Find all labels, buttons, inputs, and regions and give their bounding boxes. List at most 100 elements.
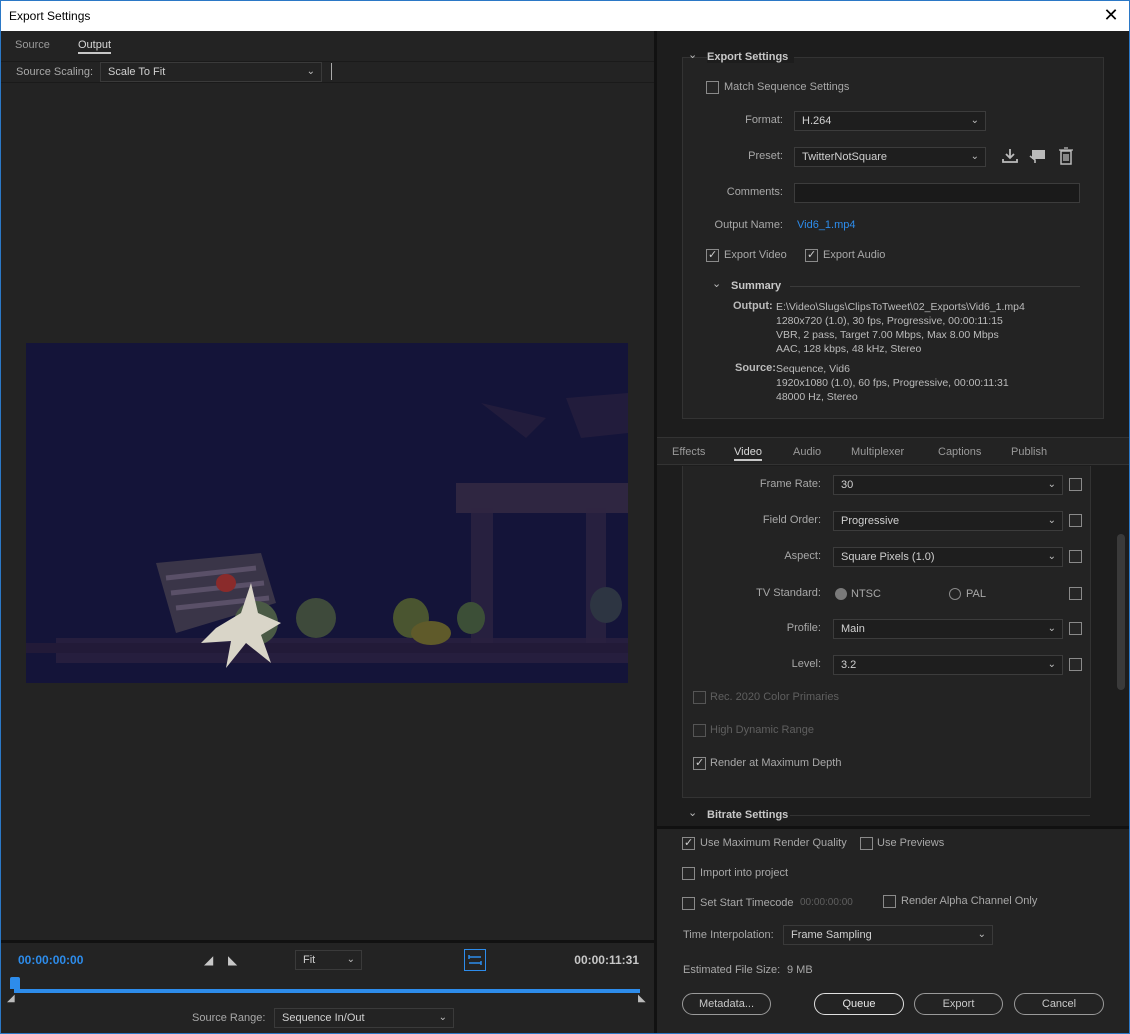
out-point-marker-icon[interactable]: ◣ bbox=[638, 993, 646, 1004]
summary-output-line: VBR, 2 pass, Target 7.00 Mbps, Max 8.00 … bbox=[776, 329, 999, 341]
use-previews-checkbox[interactable] bbox=[860, 837, 873, 850]
max-render-quality-checkbox[interactable] bbox=[682, 836, 695, 850]
import-project-checkbox[interactable] bbox=[682, 867, 695, 880]
end-timecode: 00:00:11:31 bbox=[574, 953, 639, 967]
field-order-label: Field Order: bbox=[762, 514, 821, 526]
tab-video[interactable]: Video bbox=[734, 446, 762, 461]
bitrate-chevron-icon[interactable]: ⌄ bbox=[688, 806, 697, 819]
tab-captions[interactable]: Captions bbox=[938, 446, 981, 458]
hdr-checkbox[interactable] bbox=[693, 724, 706, 737]
source-range-label: Source Range: bbox=[192, 1012, 266, 1024]
field-order-dropdown[interactable]: Progressive ⌄ bbox=[833, 511, 1063, 531]
tab-output[interactable]: Output bbox=[78, 39, 112, 54]
metadata-button[interactable]: Metadata... bbox=[682, 993, 771, 1015]
frame-rate-lock-checkbox[interactable] bbox=[1069, 478, 1082, 491]
start-timecode-value: 00:00:00:00 bbox=[800, 897, 853, 908]
frame-rate-dropdown[interactable]: 30 ⌄ bbox=[833, 475, 1063, 495]
import-project-label[interactable]: Import into project bbox=[700, 867, 788, 879]
profile-lock-checkbox[interactable] bbox=[1069, 622, 1082, 635]
comments-label: Comments: bbox=[726, 186, 783, 198]
export-settings-header: Export Settings bbox=[707, 51, 795, 63]
import-preset-icon[interactable] bbox=[1029, 148, 1047, 164]
field-order-lock-checkbox[interactable] bbox=[1069, 514, 1082, 527]
tab-effects[interactable]: Effects bbox=[672, 446, 705, 458]
save-preset-icon[interactable] bbox=[1001, 148, 1019, 164]
match-sequence-label[interactable]: Match Sequence Settings bbox=[724, 81, 849, 93]
ntsc-radio[interactable] bbox=[835, 588, 847, 600]
scrollbar-track[interactable] bbox=[1116, 466, 1126, 828]
chevron-down-icon: ⌄ bbox=[306, 66, 315, 77]
summary-output-line: E:\Video\Slugs\ClipsToTweet\02_Exports\V… bbox=[776, 301, 1025, 313]
match-sequence-checkbox[interactable] bbox=[706, 81, 719, 94]
current-timecode[interactable]: 00:00:00:00 bbox=[18, 953, 83, 967]
source-scaling-bar: Source Scaling: Scale To Fit ⌄ bbox=[1, 61, 654, 83]
source-scaling-dropdown[interactable]: Scale To Fit ⌄ bbox=[100, 62, 322, 82]
time-interp-dropdown[interactable]: Frame Sampling ⌄ bbox=[783, 925, 993, 945]
set-out-point-icon[interactable]: ◣ bbox=[228, 953, 237, 967]
start-timecode-checkbox[interactable] bbox=[682, 897, 695, 910]
zoom-value: Fit bbox=[303, 954, 316, 966]
divider bbox=[790, 815, 1090, 816]
profile-dropdown[interactable]: Main ⌄ bbox=[833, 619, 1063, 639]
preset-dropdown[interactable]: TwitterNotSquare ⌄ bbox=[794, 147, 986, 167]
export-video-label[interactable]: Export Video bbox=[724, 249, 787, 261]
timeline-track[interactable] bbox=[14, 989, 640, 993]
chevron-down-icon: ⌄ bbox=[346, 954, 355, 965]
tab-source[interactable]: Source bbox=[15, 39, 50, 51]
file-size-value: 9 MB bbox=[787, 964, 813, 976]
frame-rate-label: Frame Rate: bbox=[759, 478, 821, 490]
max-depth-label[interactable]: Render at Maximum Depth bbox=[710, 757, 841, 769]
aspect-dropdown[interactable]: Square Pixels (1.0) ⌄ bbox=[833, 547, 1063, 567]
comments-input[interactable] bbox=[794, 183, 1080, 203]
queue-button[interactable]: Queue bbox=[814, 993, 904, 1015]
alpha-only-label[interactable]: Render Alpha Channel Only bbox=[901, 895, 1037, 907]
ntsc-label[interactable]: NTSC bbox=[851, 588, 881, 600]
start-timecode-label[interactable]: Set Start Timecode bbox=[700, 897, 794, 909]
tab-multiplexer[interactable]: Multiplexer bbox=[851, 446, 904, 458]
divider bbox=[790, 286, 1080, 287]
chevron-down-icon: ⌄ bbox=[977, 929, 986, 940]
level-lock-checkbox[interactable] bbox=[1069, 658, 1082, 671]
scrollbar-thumb[interactable] bbox=[1117, 534, 1125, 690]
field-order-value: Progressive bbox=[841, 515, 900, 527]
aspect-toggle-icon[interactable] bbox=[464, 949, 486, 971]
delete-preset-icon[interactable] bbox=[1058, 147, 1074, 165]
chevron-down-icon: ⌄ bbox=[970, 151, 979, 162]
cancel-button[interactable]: Cancel bbox=[1014, 993, 1104, 1015]
chevron-down-icon: ⌄ bbox=[1047, 623, 1056, 634]
export-button[interactable]: Export bbox=[914, 993, 1003, 1015]
tab-publish[interactable]: Publish bbox=[1011, 446, 1047, 458]
collapse-chevron-icon[interactable]: ⌄ bbox=[688, 48, 697, 61]
level-dropdown[interactable]: 3.2 ⌄ bbox=[833, 655, 1063, 675]
export-audio-label[interactable]: Export Audio bbox=[823, 249, 885, 261]
set-in-point-icon[interactable]: ◢ bbox=[204, 953, 213, 967]
source-range-dropdown[interactable]: Sequence In/Out ⌄ bbox=[274, 1008, 454, 1028]
pal-radio[interactable] bbox=[949, 588, 961, 600]
aspect-lock-checkbox[interactable] bbox=[1069, 550, 1082, 563]
playhead[interactable] bbox=[10, 977, 20, 989]
window-title: Export Settings bbox=[9, 9, 91, 23]
tv-standard-lock-checkbox[interactable] bbox=[1069, 587, 1082, 600]
export-video-checkbox[interactable] bbox=[706, 248, 719, 262]
alpha-only-checkbox[interactable] bbox=[883, 895, 896, 908]
output-name-link[interactable]: Vid6_1.mp4 bbox=[797, 219, 856, 231]
export-audio-checkbox[interactable] bbox=[805, 248, 818, 262]
tab-audio[interactable]: Audio bbox=[793, 446, 821, 458]
in-point-marker-icon[interactable]: ◢ bbox=[7, 993, 15, 1004]
zoom-dropdown[interactable]: Fit ⌄ bbox=[295, 950, 362, 970]
pal-label[interactable]: PAL bbox=[966, 588, 986, 600]
video-preview[interactable] bbox=[26, 343, 628, 683]
use-previews-label[interactable]: Use Previews bbox=[877, 837, 944, 849]
rec2020-checkbox[interactable] bbox=[693, 691, 706, 704]
format-dropdown[interactable]: H.264 ⌄ bbox=[794, 111, 986, 131]
source-range-value: Sequence In/Out bbox=[282, 1012, 365, 1024]
source-scaling-value: Scale To Fit bbox=[108, 66, 166, 78]
rec2020-label: Rec. 2020 Color Primaries bbox=[710, 691, 839, 703]
preset-value: TwitterNotSquare bbox=[802, 151, 887, 163]
summary-chevron-icon[interactable]: ⌄ bbox=[712, 277, 721, 290]
max-depth-checkbox[interactable] bbox=[693, 756, 706, 770]
title-bar: Export Settings ✕ bbox=[0, 0, 1130, 31]
close-icon[interactable]: ✕ bbox=[1103, 6, 1119, 24]
max-render-quality-label[interactable]: Use Maximum Render Quality bbox=[700, 837, 847, 849]
chevron-down-icon: ⌄ bbox=[1047, 659, 1056, 670]
